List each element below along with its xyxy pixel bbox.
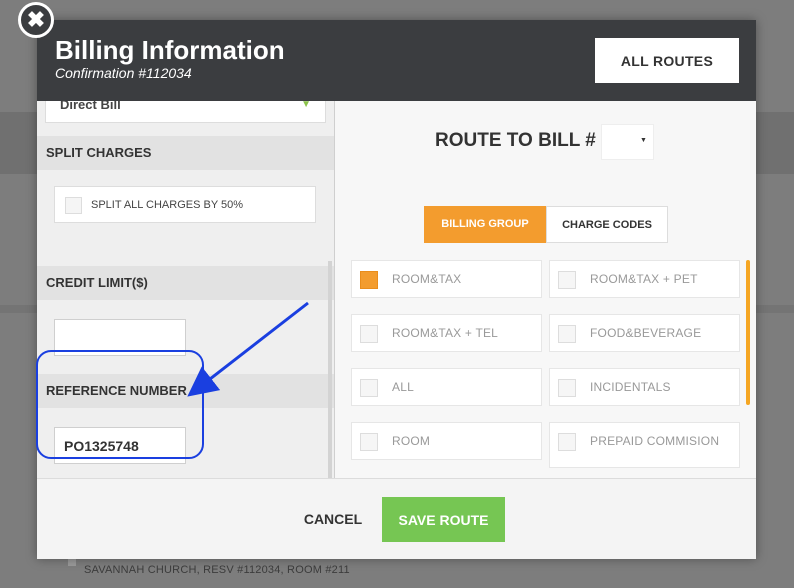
option-label: ROOM&TAX + TEL (392, 326, 499, 340)
option-label: FOOD&BEVERAGE (590, 326, 702, 340)
tab-billing-group[interactable]: BILLING GROUP (424, 206, 546, 243)
route-to-bill-label: ROUTE TO BILL # (435, 130, 596, 151)
split-charges-label: SPLIT ALL CHARGES BY 50% (91, 199, 244, 211)
checkbox-icon[interactable] (360, 325, 378, 343)
tab-charge-codes[interactable]: CHARGE CODES (546, 206, 668, 243)
billing-option-room-tax-pet[interactable]: ROOM&TAX + PET (549, 260, 740, 298)
all-routes-button[interactable]: ALL ROUTES (595, 38, 739, 83)
billing-option-room-tax[interactable]: ROOM&TAX (351, 260, 542, 298)
save-route-button[interactable]: SAVE ROUTE (382, 497, 505, 542)
option-label: INCIDENTALS (590, 380, 671, 394)
billing-option-prepaid-commision[interactable]: PREPAID COMMISION (549, 422, 740, 468)
billing-option-all[interactable]: ALL (351, 368, 542, 406)
route-bill-number-select[interactable]: ▼ (601, 124, 654, 160)
checkbox-icon[interactable] (558, 325, 576, 343)
credit-limit-input[interactable] (54, 319, 186, 356)
chevron-down-icon: ▼ (301, 101, 311, 110)
billing-option-food-beverage[interactable]: FOOD&BEVERAGE (549, 314, 740, 352)
checkbox-icon[interactable] (558, 379, 576, 397)
checkbox-icon[interactable] (558, 271, 576, 289)
payment-type-select[interactable]: Direct Bill ▼ (45, 101, 326, 123)
checkbox-icon[interactable] (360, 433, 378, 451)
option-label: ALL (392, 380, 414, 394)
split-charges-heading: SPLIT CHARGES (37, 136, 334, 170)
modal-footer: CANCEL SAVE ROUTE (37, 478, 756, 559)
close-icon[interactable]: ✖ (18, 2, 54, 38)
reference-number-heading: REFERENCE NUMBER (37, 374, 334, 408)
reference-number-input[interactable] (54, 427, 186, 464)
modal-header: Billing Information Confirmation #112034… (37, 20, 756, 101)
billing-option-room-tax-tel[interactable]: ROOM&TAX + TEL (351, 314, 542, 352)
modal-title: Billing Information (55, 35, 285, 65)
background-row-icon (68, 558, 76, 566)
payment-type-value: Direct Bill (60, 101, 121, 112)
right-panel: ROUTE TO BILL # ▼ BILLING GROUP CHARGE C… (335, 101, 756, 478)
background-reservation-text: SAVANNAH CHURCH, RESV #112034, ROOM #211 (84, 564, 350, 576)
split-charges-option[interactable]: SPLIT ALL CHARGES BY 50% (54, 186, 316, 223)
left-panel: Direct Bill ▼ SPLIT CHARGES SPLIT ALL CH… (37, 101, 334, 478)
checkbox-icon[interactable] (360, 379, 378, 397)
options-scrollbar[interactable] (746, 260, 750, 405)
billing-option-incidentals[interactable]: INCIDENTALS (549, 368, 740, 406)
cancel-button[interactable]: CANCEL (293, 507, 373, 531)
checkbox-icon[interactable] (65, 197, 82, 214)
credit-limit-heading: CREDIT LIMIT($) (37, 266, 334, 300)
option-label: ROOM (392, 434, 431, 448)
checkbox-icon[interactable] (360, 271, 378, 289)
option-label: ROOM&TAX + PET (590, 272, 698, 286)
confirmation-number: Confirmation #112034 (55, 65, 192, 81)
chevron-down-icon: ▼ (640, 137, 647, 144)
billing-option-room[interactable]: ROOM (351, 422, 542, 460)
checkbox-icon[interactable] (558, 433, 576, 451)
option-label: ROOM&TAX (392, 272, 462, 286)
left-panel-scrollbar[interactable] (328, 261, 332, 478)
billing-modal: Billing Information Confirmation #112034… (37, 20, 756, 559)
option-label: PREPAID COMMISION (590, 434, 720, 448)
